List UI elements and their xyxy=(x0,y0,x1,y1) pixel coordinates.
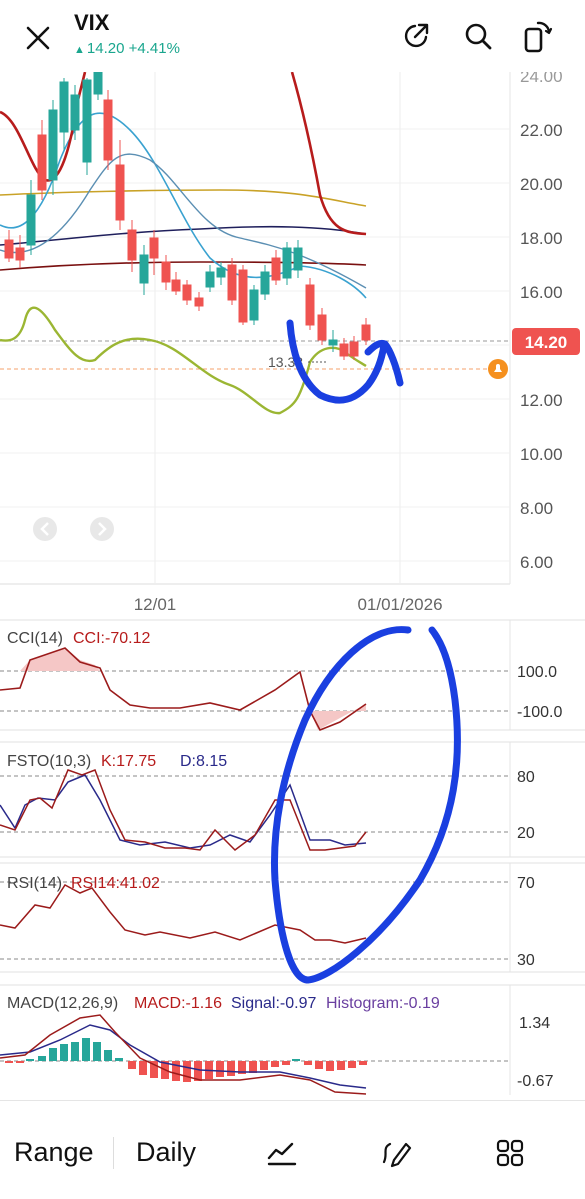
share-icon xyxy=(404,23,429,48)
rsi-level: 30 xyxy=(517,952,535,969)
price-axis-label-partial: 24.00 xyxy=(520,72,563,86)
date-axis-label: 12/01 xyxy=(134,595,177,614)
close-icon xyxy=(26,26,50,50)
candles xyxy=(4,72,371,360)
top-bar: VIX ▲ 14.20 +4.41% xyxy=(0,0,585,72)
fsto-d-value: D:8.15 xyxy=(180,753,227,770)
rsi-panel[interactable]: RSI(14) RSI14:41.02 70 30 xyxy=(0,862,585,973)
rsi-title: RSI(14) xyxy=(7,875,62,892)
price-axis-label: 6.00 xyxy=(520,553,553,572)
range-button[interactable]: Range xyxy=(14,1137,94,1168)
price-axis-label: 20.00 xyxy=(520,175,563,194)
interval-button[interactable]: Daily xyxy=(136,1137,196,1168)
chart-canvas[interactable]: 24.00 22.00 20.00 18.00 16.00 12.00 10.0… xyxy=(0,72,585,1100)
rsi-level: 70 xyxy=(517,875,535,892)
up-arrow-icon: ▲ xyxy=(74,44,85,56)
macd-level: -0.67 xyxy=(517,1073,554,1090)
macd-histogram-positive xyxy=(26,1038,300,1061)
rsi-value: RSI14:41.02 xyxy=(71,875,160,892)
cci-value: CCI:-70.12 xyxy=(73,630,150,647)
indicators-button[interactable] xyxy=(262,1133,302,1173)
macd-signal-value: Signal:-0.97 xyxy=(231,995,316,1012)
cci-panel[interactable]: CCI(14) CCI:-70.12 100.0 -100.0 xyxy=(0,619,585,732)
rsi-line xyxy=(0,884,367,944)
last-price: 14.20 xyxy=(86,40,125,57)
macd-level: 1.34 xyxy=(519,1015,550,1032)
handdrawn-arrow-annotation xyxy=(286,319,404,404)
price-axis-label: 18.00 xyxy=(520,229,563,248)
fsto-k-line xyxy=(0,769,367,851)
ma-line-gold xyxy=(0,189,367,207)
grid-icon xyxy=(496,1139,524,1167)
fsto-title: FSTO(10,3) xyxy=(7,753,91,770)
current-price-badge-text: 14.20 xyxy=(525,333,568,352)
price-axis-label: 22.00 xyxy=(520,121,563,140)
macd-histogram-value: Histogram:-0.19 xyxy=(326,995,440,1012)
close-button[interactable] xyxy=(18,18,58,58)
price-axis-label: 8.00 xyxy=(520,499,553,518)
macd-title: MACD(12,26,9) xyxy=(7,995,118,1012)
scroll-right-button[interactable] xyxy=(90,517,114,541)
cci-title: CCI(14) xyxy=(7,630,63,647)
fsto-d-line xyxy=(0,774,367,849)
ma-line-darkred xyxy=(0,261,367,271)
rotate-button[interactable] xyxy=(518,16,558,56)
macd-value: MACD:-1.16 xyxy=(134,995,222,1012)
percent-change: +4.41% xyxy=(128,40,180,57)
price-axis-label: 12.00 xyxy=(520,391,563,410)
macd-panel[interactable]: MACD(12,26,9) MACD:-1.16 Signal:-0.97 Hi… xyxy=(0,984,585,1095)
toolbar-divider xyxy=(113,1137,114,1169)
indicator-icon xyxy=(267,1142,297,1166)
ma-line-navy xyxy=(0,225,367,246)
draw-icon xyxy=(382,1142,412,1168)
fsto-level: 20 xyxy=(517,825,535,842)
quote-change: ▲ 14.20 +4.41% xyxy=(74,40,180,57)
symbol-title: VIX xyxy=(74,10,110,35)
price-axis-label: 10.00 xyxy=(520,445,563,464)
cci-level: 100.0 xyxy=(517,664,557,681)
price-grid xyxy=(0,128,510,562)
layout-button[interactable] xyxy=(490,1133,530,1173)
draw-button[interactable] xyxy=(377,1133,417,1173)
scroll-left-button[interactable] xyxy=(33,517,57,541)
bottom-toolbar: Range Daily xyxy=(0,1100,585,1199)
rotate-icon xyxy=(524,21,553,53)
search-button[interactable] xyxy=(458,16,498,56)
price-axis-label: 16.00 xyxy=(520,283,563,302)
fsto-k-value: K:17.75 xyxy=(101,753,156,770)
cci-level: -100.0 xyxy=(517,704,562,721)
fsto-level: 80 xyxy=(517,769,535,786)
date-axis-label: 01/01/2026 xyxy=(357,595,442,614)
search-icon xyxy=(465,23,492,50)
share-button[interactable] xyxy=(396,16,436,56)
